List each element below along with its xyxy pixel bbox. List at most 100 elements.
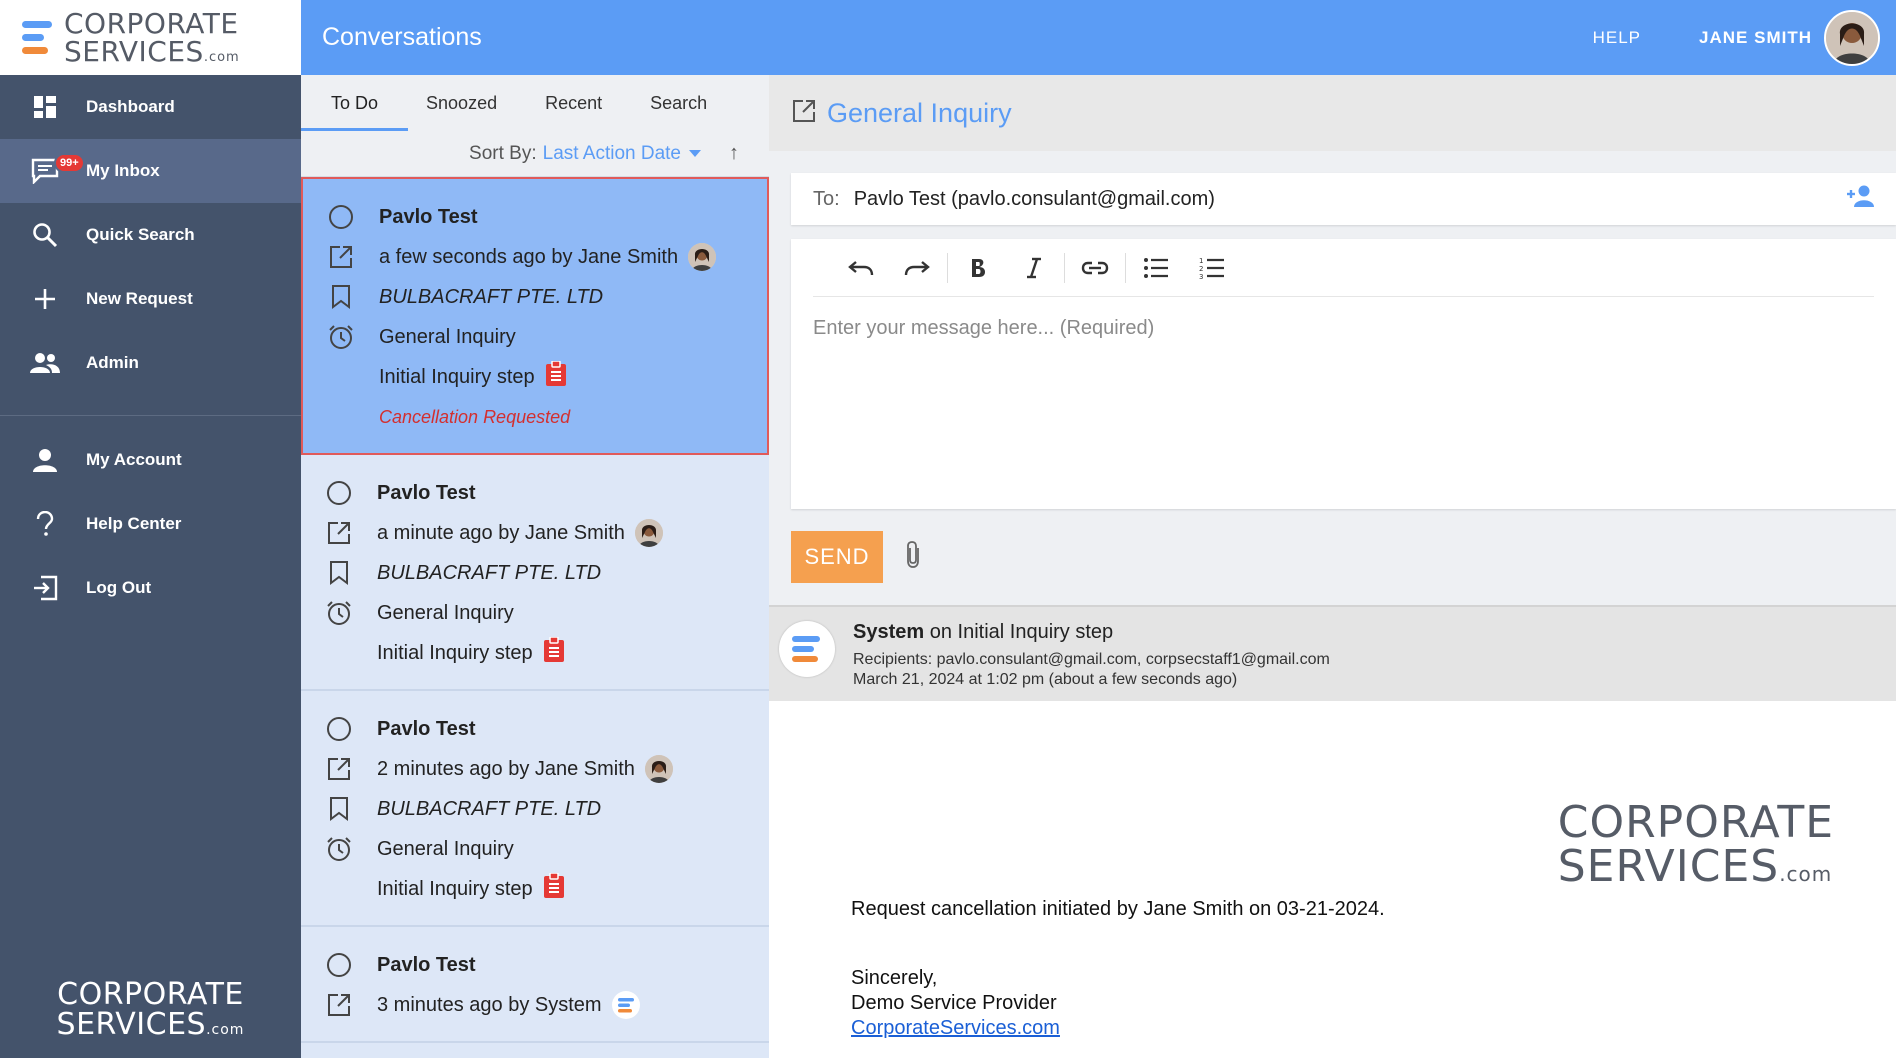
inbox-badge: 99+: [54, 153, 85, 173]
sort-bar: Sort By: Last Action Date ↑: [301, 131, 769, 177]
sidebar-item-label: My Account: [86, 450, 182, 469]
user-avatar-small: [688, 243, 717, 271]
tab-to-do[interactable]: To Do: [301, 75, 409, 131]
dashboard-icon: [30, 92, 60, 122]
conversation-name: Pavlo Test: [377, 481, 476, 504]
conversation-status: Cancellation Requested: [379, 406, 571, 427]
to-label: To:: [813, 187, 840, 210]
conversation-type: General Inquiry: [377, 837, 514, 860]
sidebar-item-label: Admin: [86, 353, 139, 372]
message-sender: System: [853, 621, 925, 643]
conversation-company: BULBACRAFT PTE. LTD: [377, 561, 602, 584]
footer-logo-suffix: .com: [206, 1022, 245, 1038]
sidebar-item-my-account[interactable]: My Account: [0, 428, 301, 492]
message-editor: 123: [791, 239, 1896, 509]
message-step: on Initial Inquiry step: [924, 621, 1114, 643]
clipboard-icon: [545, 360, 567, 393]
editor-toolbar: 123: [813, 239, 1874, 297]
redo-icon[interactable]: [889, 248, 945, 288]
sidebar-item-dashboard[interactable]: Dashboard: [0, 75, 301, 139]
message-sender-line: System on Initial Inquiry step: [853, 621, 1330, 644]
sidebar-item-admin[interactable]: Admin: [0, 331, 301, 395]
conversation-item[interactable]: Pavlo Test 3 minutes ago by System: [301, 927, 769, 1043]
alarm-clock-icon: [325, 836, 353, 862]
message-input[interactable]: [813, 297, 1874, 487]
sort-dropdown[interactable]: Last Action Date: [543, 143, 681, 165]
question-icon: [30, 509, 60, 539]
conversation-step: Initial Inquiry step: [377, 641, 533, 664]
bold-icon[interactable]: [950, 248, 1006, 288]
top-bar: Conversations HELP JANE SMITH: [301, 0, 1896, 75]
conversation-time: a minute ago by Jane Smith: [377, 521, 625, 544]
user-avatar-small: [644, 755, 673, 783]
message-signoff: Sincerely,: [851, 967, 938, 989]
email-logo-line2: SERVICES: [1557, 841, 1780, 892]
paperclip-icon[interactable]: [905, 540, 923, 575]
conversation-time: a few seconds ago by Jane Smith: [379, 245, 679, 268]
sidebar-item-my-inbox[interactable]: 99+ My Inbox: [0, 139, 301, 203]
alarm-clock-icon: [327, 324, 355, 350]
toolbar-divider: [1125, 252, 1126, 283]
undo-icon[interactable]: [833, 248, 889, 288]
to-value: Pavlo Test (pavlo.consulant@gmail.com): [853, 187, 1215, 210]
logo-mark-icon: [22, 21, 52, 54]
sidebar-item-help-center[interactable]: Help Center: [0, 492, 301, 556]
conversation-item[interactable]: Pavlo Test a few seconds ago by Jane Smi…: [301, 177, 769, 455]
open-external-icon[interactable]: [791, 98, 817, 129]
footer-logo-line2: SERVICES: [56, 1007, 207, 1042]
conversation-time: 2 minutes ago by Jane Smith: [377, 757, 635, 780]
sort-direction-toggle[interactable]: ↑: [729, 142, 739, 165]
email-brand-logo: CORPORATE SERVICES.com: [1558, 801, 1834, 889]
logout-icon: [30, 573, 60, 603]
tab-snoozed[interactable]: Snoozed: [426, 75, 497, 131]
sidebar-footer-logo: CORPORATE SERVICES.com: [0, 980, 301, 1040]
svg-text:3: 3: [1199, 273, 1203, 280]
help-link[interactable]: HELP: [1593, 28, 1641, 48]
circle-select-icon[interactable]: [327, 204, 355, 230]
brand-logo[interactable]: CORPORATE SERVICES.com: [0, 0, 301, 75]
sidebar-item-new-request[interactable]: New Request: [0, 267, 301, 331]
search-icon: [30, 220, 60, 250]
edit-icon: [325, 756, 353, 782]
sidebar-item-label: My Inbox: [86, 161, 160, 180]
conversation-item[interactable]: Pavlo Test 2 minutes ago by Jane Smith B…: [301, 691, 769, 927]
bookmark-icon: [325, 797, 353, 821]
message-signature: Demo Service Provider: [851, 992, 1057, 1014]
caret-down-icon[interactable]: [689, 150, 701, 157]
sidebar-secondary-nav: My Account Help Center Log Out: [0, 428, 301, 620]
email-logo-suffix: .com: [1779, 862, 1833, 886]
sidebar-item-log-out[interactable]: Log Out: [0, 556, 301, 620]
tab-recent[interactable]: Recent: [545, 75, 602, 131]
clipboard-icon: [543, 872, 565, 905]
italic-icon[interactable]: [1006, 248, 1062, 288]
message-link[interactable]: CorporateServices.com: [851, 1017, 1060, 1039]
bullet-list-icon[interactable]: [1128, 248, 1184, 288]
user-avatar[interactable]: [1824, 9, 1880, 66]
circle-select-icon[interactable]: [325, 716, 353, 742]
tab-search[interactable]: Search: [650, 75, 707, 131]
edit-icon: [327, 244, 355, 270]
conversation-item[interactable]: Pavlo Test a minute ago by Jane Smith BU…: [301, 455, 769, 691]
message-body: CORPORATE SERVICES.com Request cancellat…: [769, 701, 1896, 1058]
sidebar-item-label: Help Center: [86, 514, 182, 533]
circle-select-icon[interactable]: [325, 952, 353, 978]
conversation-list-panel: To Do Snoozed Recent Search Sort By: Las…: [301, 75, 769, 1058]
user-avatar-small: [634, 519, 663, 547]
sidebar-item-quick-search[interactable]: Quick Search: [0, 203, 301, 267]
circle-select-icon[interactable]: [325, 480, 353, 506]
numbered-list-icon[interactable]: 123: [1184, 248, 1240, 288]
send-button[interactable]: SEND: [791, 531, 883, 583]
svg-text:1: 1: [1199, 257, 1203, 265]
plus-icon: [30, 284, 60, 314]
edit-icon: [325, 520, 353, 546]
toolbar-divider: [1064, 252, 1065, 283]
to-field[interactable]: To: Pavlo Test (pavlo.consulant@gmail.co…: [791, 173, 1896, 225]
email-logo-line1: CORPORATE: [1557, 797, 1834, 848]
sidebar-divider: [0, 415, 301, 416]
user-name[interactable]: JANE SMITH: [1699, 28, 1812, 48]
svg-text:2: 2: [1199, 265, 1203, 273]
link-icon[interactable]: [1067, 248, 1123, 288]
add-person-icon[interactable]: [1846, 184, 1878, 214]
message-header: System on Initial Inquiry step Recipient…: [769, 605, 1896, 701]
page-title: Conversations: [322, 23, 482, 51]
